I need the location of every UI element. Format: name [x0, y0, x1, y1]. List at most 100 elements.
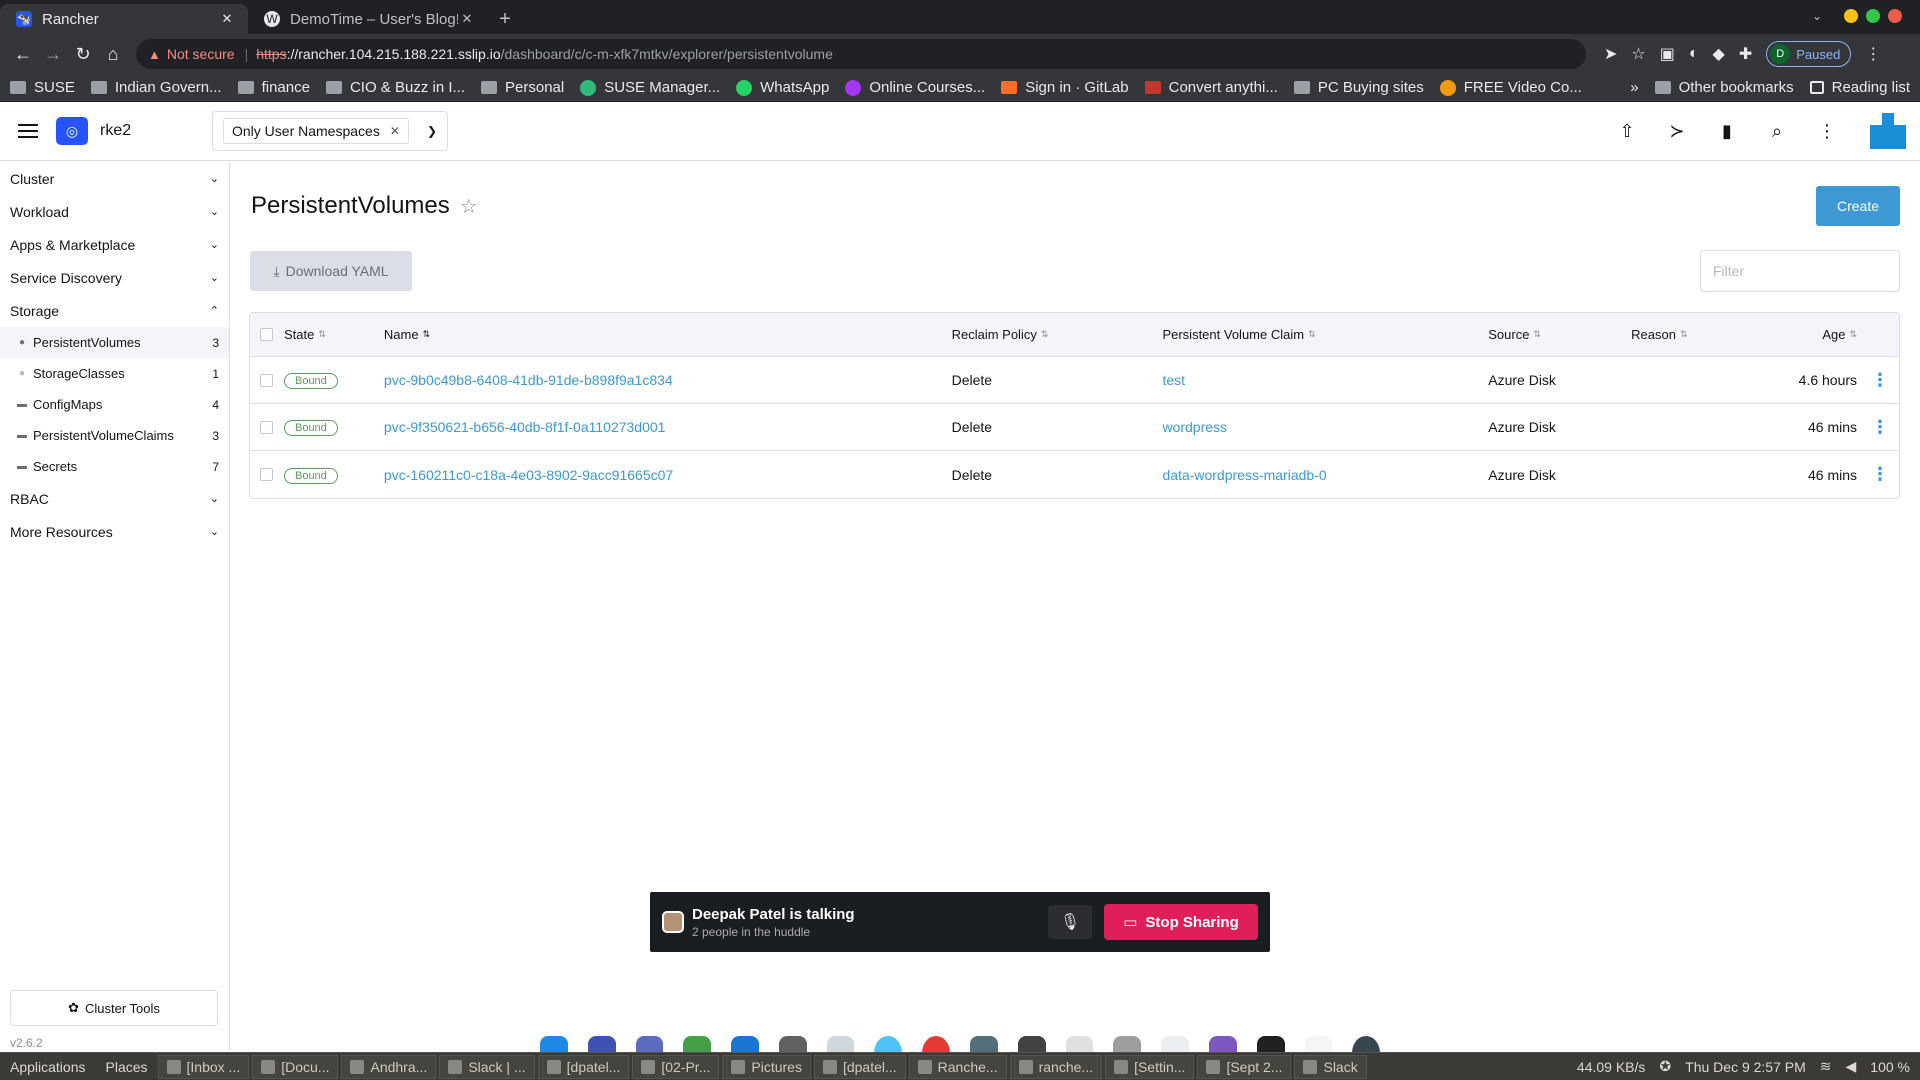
- bookmark-item[interactable]: Sign in · GitLab: [1001, 79, 1129, 96]
- taskbar-item[interactable]: Andhra...: [341, 1054, 437, 1079]
- finder-icon[interactable]: [540, 1036, 568, 1052]
- bookmark-star-icon[interactable]: ☆: [1631, 44, 1645, 64]
- user-avatar[interactable]: [1870, 113, 1906, 149]
- column-header-state[interactable]: State ⇅: [284, 327, 384, 342]
- new-tab-button[interactable]: +: [488, 4, 522, 34]
- not-secure-label[interactable]: Not secure: [167, 46, 235, 62]
- sidebar-item-storageclasses[interactable]: ● StorageClasses 1: [0, 358, 229, 389]
- taskbar-item[interactable]: [Docu...: [252, 1054, 339, 1079]
- more-bookmarks-icon[interactable]: »: [1630, 79, 1638, 96]
- close-icon[interactable]: ✕: [218, 11, 236, 27]
- bookmark-item[interactable]: Indian Govern...: [90, 79, 222, 96]
- back-button[interactable]: ←: [8, 39, 38, 69]
- taskbar-item[interactable]: Ranche...: [908, 1054, 1007, 1079]
- pv-name-link[interactable]: pvc-9b0c49b8-6408-41db-91de-b898f9a1c834: [384, 372, 952, 388]
- bookmark-item[interactable]: Personal: [481, 79, 564, 96]
- taskbar-item[interactable]: [02-Pr...: [632, 1054, 720, 1079]
- app-icon[interactable]: [826, 1036, 855, 1052]
- reload-button[interactable]: ↻: [68, 39, 98, 69]
- tab-rancher[interactable]: 🐄 Rancher ✕: [0, 4, 248, 34]
- volume-icon[interactable]: ◀: [1846, 1058, 1857, 1075]
- kubeconfig-file-icon[interactable]: ▮: [1702, 111, 1752, 151]
- stop-sharing-button[interactable]: ▭ Stop Sharing: [1104, 904, 1258, 940]
- app-icon[interactable]: [1017, 1036, 1046, 1052]
- sidebar-item-secrets[interactable]: ▬ Secrets 7: [0, 451, 229, 482]
- pvc-link[interactable]: wordpress: [1162, 419, 1488, 435]
- settings-icon[interactable]: [778, 1036, 807, 1052]
- search-icon[interactable]: ⌕: [1752, 111, 1802, 151]
- sidebar-item-persistentvolumeclaims[interactable]: ▬ PersistentVolumeClaims 3: [0, 420, 229, 451]
- bookmark-item[interactable]: CIO & Buzz in I...: [325, 79, 465, 96]
- app-icon[interactable]: [1065, 1036, 1094, 1052]
- spreadsheet-icon[interactable]: [683, 1036, 712, 1052]
- remove-chip-icon[interactable]: ✕: [390, 124, 400, 138]
- bookmark-item[interactable]: Online Courses...: [845, 79, 985, 96]
- pvc-link[interactable]: test: [1162, 372, 1488, 388]
- bookmark-item[interactable]: WhatsApp: [736, 79, 829, 96]
- row-checkbox[interactable]: [260, 420, 274, 434]
- maximize-button[interactable]: [1866, 9, 1880, 23]
- url-input[interactable]: ▲ Not secure | https ://rancher.104.215.…: [136, 39, 1586, 69]
- column-header-age[interactable]: Age ⇅: [1781, 327, 1861, 342]
- kubectl-shell-icon[interactable]: ≻: [1652, 111, 1702, 151]
- filter-input[interactable]: Filter: [1700, 250, 1900, 292]
- camera-icon[interactable]: [970, 1036, 998, 1052]
- extension-icon[interactable]: ◆: [1713, 44, 1725, 64]
- taskbar-item[interactable]: Slack | ...: [439, 1054, 535, 1079]
- tab-demotime[interactable]: W DemoTime – User's Blog! ✕: [248, 4, 488, 34]
- nav-group-rbac[interactable]: RBAC ⌄: [0, 482, 229, 515]
- pv-name-link[interactable]: pvc-9f350621-b656-40db-8f1f-0a110273d001: [384, 419, 952, 435]
- bookmark-item[interactable]: Convert anythi...: [1144, 79, 1278, 96]
- row-checkbox[interactable]: [260, 373, 274, 387]
- battery[interactable]: 100 %: [1870, 1059, 1910, 1075]
- app-icon[interactable]: [1208, 1036, 1237, 1052]
- column-header-pvc[interactable]: Persistent Volume Claim ⇅: [1162, 327, 1488, 342]
- taskbar-item[interactable]: Pictures: [722, 1054, 811, 1079]
- tab-search-icon[interactable]: ⌄: [1812, 9, 1822, 23]
- bookmark-item[interactable]: PC Buying sites: [1293, 79, 1424, 96]
- slack-icon[interactable]: [1161, 1036, 1189, 1052]
- extension-icon[interactable]: ◐: [1689, 45, 1699, 63]
- chevron-down-icon[interactable]: ❯: [427, 124, 437, 138]
- taskbar-item[interactable]: [dpatel...: [537, 1054, 630, 1079]
- taskbar-item[interactable]: [Settin...: [1105, 1054, 1195, 1079]
- column-header-reclaim-policy[interactable]: Reclaim Policy ⇅: [952, 327, 1163, 342]
- nav-group-service-discovery[interactable]: Service Discovery ⌄: [0, 261, 229, 294]
- bookmark-item[interactable]: SUSE Manager...: [580, 79, 720, 96]
- row-actions-icon[interactable]: ⋮: [1861, 370, 1899, 391]
- column-header-reason[interactable]: Reason ⇅: [1631, 327, 1781, 342]
- nav-group-workload[interactable]: Workload ⌄: [0, 195, 229, 228]
- teams-icon[interactable]: [635, 1036, 664, 1052]
- bookmark-item[interactable]: finance: [237, 79, 310, 96]
- nav-group-apps[interactable]: Apps & Marketplace ⌄: [0, 228, 229, 261]
- download-yaml-button[interactable]: ⤓ Download YAML: [250, 251, 412, 291]
- row-checkbox[interactable]: [260, 468, 274, 481]
- reading-list[interactable]: Reading list: [1809, 79, 1910, 96]
- sidebar-item-persistentvolumes[interactable]: ● PersistentVolumes 3: [0, 327, 229, 358]
- nav-group-cluster[interactable]: Cluster ⌄: [0, 162, 229, 195]
- text-editor-icon[interactable]: [1304, 1036, 1333, 1052]
- gear-icon[interactable]: [1352, 1036, 1380, 1052]
- microphone-button[interactable]: 🎙: [1048, 905, 1092, 939]
- wifi-icon[interactable]: ≋: [1820, 1058, 1832, 1075]
- terminal-icon[interactable]: [1256, 1036, 1285, 1052]
- search-icon[interactable]: [874, 1036, 903, 1052]
- menu-button[interactable]: [0, 124, 56, 138]
- cluster-tools-button[interactable]: ✿ Cluster Tools: [10, 990, 218, 1026]
- pv-name-link[interactable]: pvc-160211c0-c18a-4e03-8902-9acc91665c07: [384, 467, 952, 483]
- nav-group-more-resources[interactable]: More Resources ⌄: [0, 515, 229, 548]
- forward-button[interactable]: →: [38, 39, 68, 69]
- import-yaml-icon[interactable]: ⇧: [1602, 111, 1652, 151]
- other-bookmarks[interactable]: Other bookmarks: [1654, 79, 1794, 96]
- row-actions-icon[interactable]: ⋮: [1861, 464, 1899, 485]
- favorite-star-icon[interactable]: ☆: [460, 194, 478, 219]
- taskbar-item[interactable]: ranche...: [1009, 1054, 1103, 1079]
- row-actions-icon[interactable]: ⋮: [1861, 417, 1899, 438]
- bookmark-item[interactable]: SUSE: [10, 79, 75, 96]
- create-button[interactable]: Create: [1816, 186, 1900, 226]
- chrome-icon[interactable]: [922, 1036, 951, 1052]
- taskbar-item[interactable]: [Sept 2...: [1197, 1054, 1292, 1079]
- pvc-link[interactable]: data-wordpress-mariadb-0: [1162, 467, 1488, 483]
- select-all-checkbox[interactable]: [260, 328, 274, 341]
- calendar-icon[interactable]: [731, 1036, 759, 1052]
